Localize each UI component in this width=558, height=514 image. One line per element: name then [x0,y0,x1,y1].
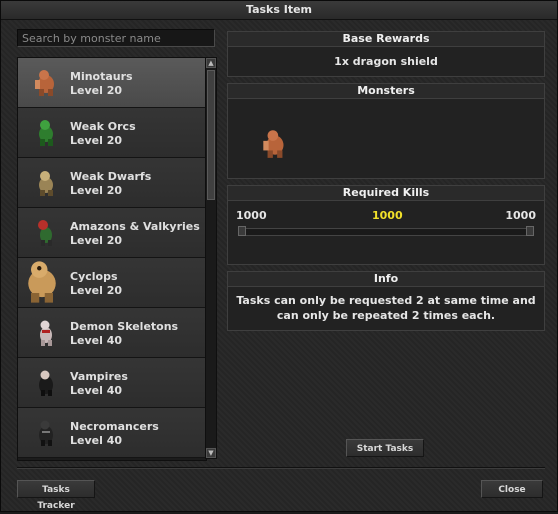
orc-icon [39,120,53,146]
required-kills-header: Required Kills [228,186,544,201]
window-title: Tasks Item [245,3,313,16]
footer-divider [17,467,545,469]
monster-name: Amazons & Valkyries [70,220,200,233]
required-kills-panel: Required Kills 1000 1000 1000 [227,185,545,265]
kills-slider-handle-left[interactable] [238,226,246,236]
monster-list: Minotaurs Level 20 Weak Orcs Level 20 We… [17,57,207,461]
monster-name: Weak Orcs [70,120,136,133]
title-bar[interactable]: Tasks Item [1,1,557,20]
monsters-header: Monsters [228,84,544,99]
scroll-thumb[interactable] [207,70,215,200]
monster-list-item[interactable]: Demon Skeletons Level 40 [18,308,206,358]
monster-name: Weak Dwarfs [70,170,152,183]
demon-skeleton-icon [40,320,52,346]
scroll-up-icon[interactable]: ▲ [206,58,216,68]
monster-level: Level 20 [70,284,123,297]
monster-list-item[interactable]: Weak Orcs Level 20 [18,108,206,158]
monster-name: Necromancers [70,420,159,433]
monster-list-scrollbar[interactable]: ▲ ▼ [205,57,217,459]
monster-list-item[interactable]: Minotaurs Level 20 [18,58,206,108]
monster-level: Level 40 [70,384,123,397]
monster-level: Level 20 [70,134,123,147]
monster-list-item[interactable]: Amazons & Valkyries Level 20 [18,208,206,258]
amazon-icon [38,220,52,246]
search-input[interactable] [17,29,215,47]
monster-level: Level 20 [70,84,123,97]
base-rewards-text: 1x dragon shield [334,55,438,68]
info-panel: Info Tasks can only be requested 2 at sa… [227,271,545,331]
kills-current: 1000 [372,209,403,222]
monster-level: Level 20 [70,184,123,197]
monster-name: Cyclops [70,270,118,283]
monsters-panel: Monsters [227,83,545,179]
cyclops-icon [28,261,56,303]
base-rewards-panel: Base Rewards 1x dragon shield [227,31,545,77]
monster-level: Level 40 [70,334,123,347]
dwarf-icon [39,171,53,196]
kills-values: 1000 1000 1000 [228,209,544,229]
tasks-window: Tasks Item Minotaurs Level 20 Weak Orcs … [0,0,558,512]
monster-level: Level 20 [70,234,123,247]
minotaur-icon [35,70,54,96]
kills-max: 1000 [505,209,536,222]
minotaur-icon [263,130,284,158]
monster-name: Vampires [70,370,128,383]
monster-list-item[interactable]: Vampires Level 40 [18,358,206,408]
monster-list-item[interactable]: Cyclops Level 20 [18,258,206,308]
necromancer-icon [39,420,53,446]
monster-name: Minotaurs [70,70,133,83]
kills-min: 1000 [236,209,267,222]
monster-level: Level 40 [70,434,123,447]
info-header: Info [228,272,544,287]
monster-name: Demon Skeletons [70,320,179,333]
kills-slider-handle-right[interactable] [526,226,534,236]
monster-list-item[interactable]: Weak Dwarfs Level 20 [18,158,206,208]
scroll-down-icon[interactable]: ▼ [206,448,216,458]
tasks-tracker-button[interactable]: Tasks Tracker [17,480,95,511]
monster-list-item[interactable]: Necromancers Level 40 [18,408,206,458]
kills-slider[interactable] [238,226,534,236]
vampire-icon [39,370,53,396]
info-text: Tasks can only be requested 2 at same ti… [236,294,536,322]
close-button[interactable]: Close [481,480,543,498]
base-rewards-header: Base Rewards [228,32,544,47]
start-tasks-button[interactable]: Start Tasks [346,439,424,457]
